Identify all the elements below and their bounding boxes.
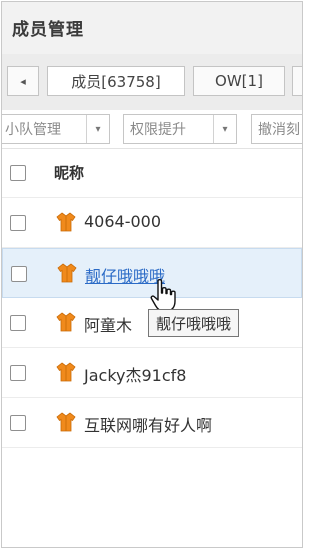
permission-up-label: 权限提升 — [130, 122, 186, 138]
team-manage-dropdown[interactable]: 小队管理 ▾ — [2, 114, 110, 144]
chevron-down-icon[interactable]: ▾ — [213, 115, 236, 143]
list-item[interactable]: 4064-000 — [2, 198, 302, 248]
list-header-row: 昵称 — [2, 148, 302, 198]
list-item[interactable]: Jacky杰91cf8 — [2, 348, 302, 398]
row-checkbox[interactable] — [10, 365, 26, 381]
orange-shirt-icon — [56, 412, 76, 432]
orange-shirt-icon — [56, 312, 76, 332]
nickname-tooltip: 靓仔哦哦哦 — [148, 309, 240, 337]
member-management-panel: 成员管理 ◂ 成员[63758] OW[1] 小队管理 ▾ 权限提升 ▾ 撤消刻… — [1, 1, 303, 548]
revoke-button[interactable]: 撤消刻 — [251, 114, 302, 144]
list-item[interactable]: 互联网哪有好人啊 — [2, 398, 302, 448]
member-nickname: 阿童木 — [84, 316, 133, 335]
tab-scroll-left-button[interactable]: ◂ — [7, 66, 39, 96]
toolbar: 小队管理 ▾ 权限提升 ▾ 撤消刻 — [2, 110, 302, 149]
row-checkbox[interactable] — [11, 266, 27, 282]
tab-overflow[interactable] — [292, 66, 302, 96]
chevron-down-icon[interactable]: ▾ — [86, 115, 109, 143]
team-manage-label: 小队管理 — [5, 122, 61, 138]
tab-members[interactable]: 成员[63758] — [47, 66, 185, 96]
permission-up-dropdown[interactable]: 权限提升 ▾ — [123, 114, 237, 144]
row-checkbox[interactable] — [10, 415, 26, 431]
tab-ow-label: OW[1] — [215, 72, 263, 90]
orange-shirt-icon — [56, 212, 76, 232]
orange-shirt-icon — [57, 263, 77, 283]
tab-members-label: 成员[63758] — [71, 72, 161, 91]
left-arrow-icon: ◂ — [20, 74, 26, 88]
tooltip-text: 靓仔哦哦哦 — [156, 314, 232, 333]
row-checkbox[interactable] — [10, 315, 26, 331]
member-nickname: 互联网哪有好人啊 — [84, 416, 213, 435]
orange-shirt-icon — [56, 362, 76, 382]
member-nickname: 4064-000 — [84, 212, 162, 231]
revoke-label: 撤消刻 — [258, 122, 300, 138]
window-title: 成员管理 — [12, 20, 84, 40]
tab-ow[interactable]: OW[1] — [193, 66, 285, 96]
row-checkbox[interactable] — [10, 215, 26, 231]
tab-bar: ◂ 成员[63758] OW[1] — [2, 54, 302, 110]
title-bar: 成员管理 — [2, 2, 302, 54]
nickname-column-header: 昵称 — [54, 164, 85, 182]
select-all-checkbox[interactable] — [10, 165, 26, 181]
member-nickname: Jacky杰91cf8 — [84, 366, 187, 385]
